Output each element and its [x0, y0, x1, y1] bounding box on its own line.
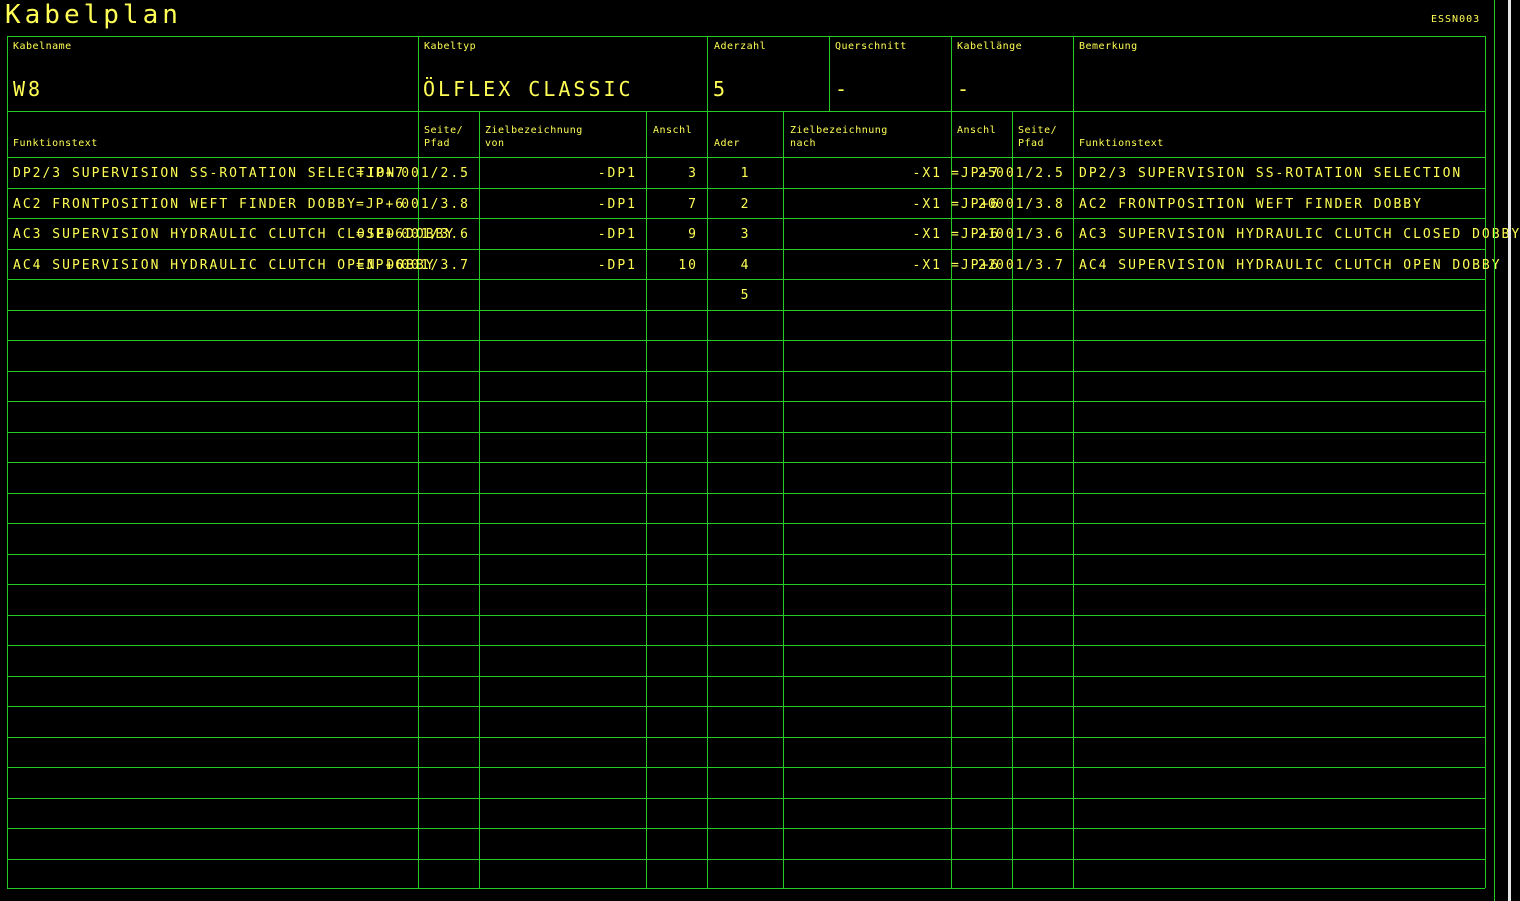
- grid-line: [646, 111, 647, 888]
- row-seite-pfad: 001/3.7: [401, 258, 470, 273]
- aderzahl-value: 5: [713, 77, 729, 101]
- querschnitt-value: -: [835, 77, 851, 101]
- page-title: Kabelplan: [5, 0, 182, 30]
- grid-line: [7, 859, 1485, 860]
- col-seite-pfad-2: Seite/ Pfad: [1018, 125, 1058, 149]
- row-ziel-von: -DP1: [597, 197, 637, 212]
- row-ader: 4: [740, 258, 751, 273]
- grid-line: [7, 401, 1485, 402]
- grid-line: [7, 493, 1485, 494]
- grid-line: [707, 36, 708, 888]
- grid-line: [7, 615, 1485, 616]
- grid-line: [7, 888, 1485, 889]
- grid-line: [7, 432, 1485, 433]
- bemerkung-label: Bemerkung: [1079, 41, 1138, 52]
- grid-line: [7, 310, 1485, 311]
- row-funktionstext-2: AC4 SUPERVISION HYDRAULIC CLUTCH OPEN DO…: [1079, 258, 1502, 273]
- row-ziel-von: -DP1: [597, 227, 637, 242]
- row-funktionstext: AC2 FRONTPOSITION WEFT FINDER DOBBY: [13, 197, 357, 212]
- row-funktionstext-2: AC2 FRONTPOSITION WEFT FINDER DOBBY: [1079, 197, 1423, 212]
- row-ziel-nach: -X1: [912, 166, 942, 181]
- grid-line: [1073, 36, 1074, 888]
- grid-line: [7, 111, 1485, 112]
- kabeltyp-value: ÖLFLEX CLASSIC: [423, 77, 634, 101]
- scrollbar-track[interactable]: [1508, 0, 1511, 901]
- grid-line: [7, 523, 1485, 524]
- grid-line: [7, 676, 1485, 677]
- row-seite-pfad-2: 001/2.5: [996, 166, 1065, 181]
- row-seite-pfad-2: 001/3.6: [996, 227, 1065, 242]
- grid-line: [479, 111, 480, 888]
- row-ziel-von: -DP1: [597, 166, 637, 181]
- col-funktionstext-2: Funktionstext: [1079, 138, 1164, 149]
- grid-line: [7, 737, 1485, 738]
- row-seite-pfad: 001/3.8: [401, 197, 470, 212]
- row-funktionstext-2: DP2/3 SUPERVISION SS-ROTATION SELECTION: [1079, 166, 1463, 181]
- grid-line: [7, 340, 1485, 341]
- row-ziel-nach: -X1: [912, 197, 942, 212]
- col-anschl: Anschl: [653, 125, 693, 136]
- grid-line: [7, 706, 1485, 707]
- grid-line: [7, 584, 1485, 585]
- row-anschl-2-term: 20: [978, 197, 998, 212]
- row-seite-pfad: 001/3.6: [401, 227, 470, 242]
- grid-line: [7, 36, 1485, 37]
- grid-line: [829, 36, 830, 111]
- aderzahl-label: Aderzahl: [714, 41, 767, 52]
- row-ader: 5: [740, 288, 751, 303]
- grid-line: [7, 798, 1485, 799]
- grid-line: [783, 111, 784, 888]
- row-anschl: 3: [688, 166, 698, 181]
- grid-line: [7, 371, 1485, 372]
- querschnitt-label: Querschnitt: [835, 41, 907, 52]
- row-anschl: 10: [678, 258, 698, 273]
- row-seite-pfad-2: 001/3.8: [996, 197, 1065, 212]
- row-anschl: 7: [688, 197, 698, 212]
- row-funktionstext: DP2/3 SUPERVISION SS-ROTATION SELECTION: [13, 166, 397, 181]
- grid-line: [7, 279, 1485, 280]
- grid-line: [7, 828, 1485, 829]
- grid-line: [7, 645, 1485, 646]
- row-anschl: 9: [688, 227, 698, 242]
- grid-line: [951, 36, 952, 111]
- col-funktionstext: Funktionstext: [13, 138, 98, 149]
- grid-line: [7, 218, 1485, 219]
- row-ziel-nach: -X1: [912, 227, 942, 242]
- row-seite-pfad: 001/2.5: [401, 166, 470, 181]
- col-seite-pfad: Seite/ Pfad: [424, 125, 464, 149]
- col-ziel-nach: Zielbezeichnung nach: [790, 125, 888, 149]
- kabeltyp-label: Kabeltyp: [424, 41, 477, 52]
- row-anschl-2-term: 21: [978, 227, 998, 242]
- grid-line: [7, 157, 1485, 158]
- row-ader: 3: [740, 227, 751, 242]
- row-ziel-von: -DP1: [597, 258, 637, 273]
- row-funktionstext-2: AC3 SUPERVISION HYDRAULIC CLUTCH CLOSED …: [1079, 227, 1520, 242]
- document-code: ESSN003: [1431, 14, 1481, 25]
- grid-line: [7, 36, 8, 888]
- row-ziel-nach: -X1: [912, 258, 942, 273]
- kabellaenge-label: Kabellänge: [957, 41, 1023, 52]
- grid-line: [7, 249, 1485, 250]
- grid-line: [7, 767, 1485, 768]
- kabelname-label: Kabelname: [13, 41, 72, 52]
- row-ader: 2: [740, 197, 751, 212]
- row-anschl-2-term: 22: [978, 258, 998, 273]
- grid-line: [7, 554, 1485, 555]
- row-anschl-2-term: 25: [978, 166, 998, 181]
- kabelname-value: W8: [13, 77, 44, 101]
- col-ziel-von: Zielbezeichnung von: [485, 125, 583, 149]
- grid-line: [7, 188, 1485, 189]
- row-seite-pfad-2: 001/3.7: [996, 258, 1065, 273]
- grid-line: [7, 462, 1485, 463]
- grid-line: [1485, 36, 1486, 888]
- kabellaenge-value: -: [957, 77, 973, 101]
- frame-edge: [1494, 0, 1495, 901]
- row-ader: 1: [740, 166, 751, 181]
- grid-line: [418, 36, 419, 888]
- col-ader: Ader: [714, 138, 741, 149]
- col-anschl-2: Anschl: [957, 125, 997, 136]
